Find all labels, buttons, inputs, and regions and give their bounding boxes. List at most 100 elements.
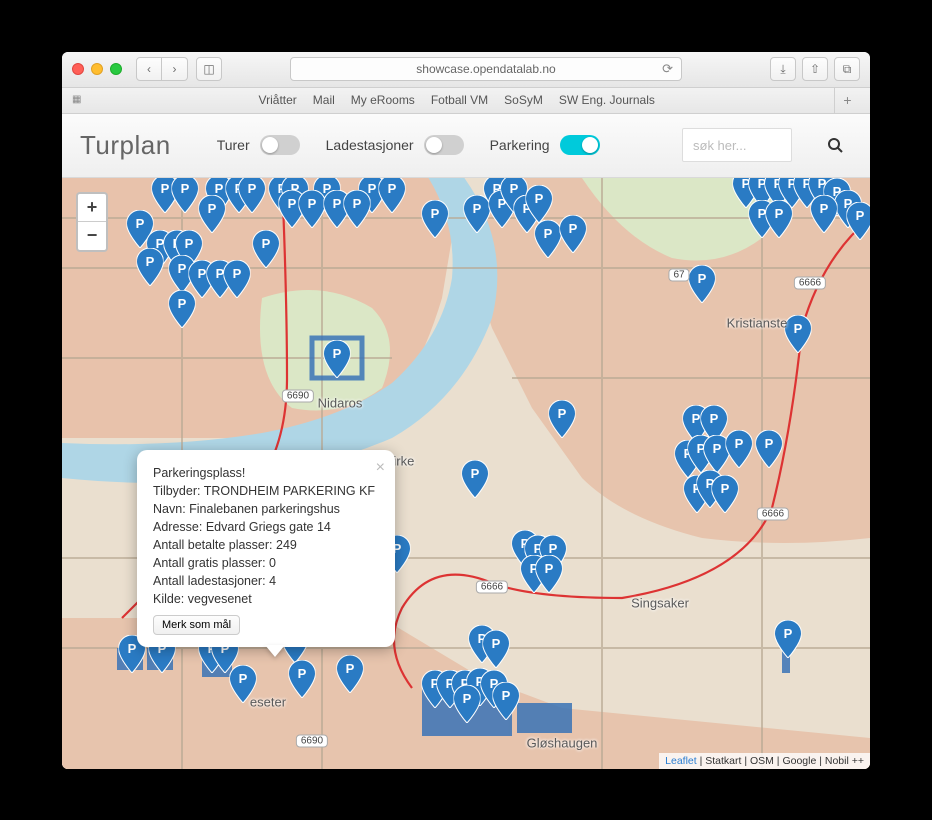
attribution-rest: | Statkart | OSM | Google | Nobil ++	[697, 755, 864, 767]
map-place-label: Kristianste	[727, 315, 788, 330]
share-button[interactable]: ⇧	[802, 57, 828, 81]
bookmark-link[interactable]: Vriåtter	[259, 93, 297, 107]
parkering-toggle[interactable]	[560, 135, 600, 155]
ladestasjoner-toggle[interactable]	[424, 135, 464, 155]
map-place-label: Nidaros	[318, 395, 363, 410]
parking-pin[interactable]: P	[535, 220, 562, 258]
svg-text:P: P	[698, 271, 707, 286]
popup-close-button[interactable]: ×	[376, 456, 385, 479]
bookmark-link[interactable]: Fotball VM	[431, 93, 488, 107]
search-input[interactable]: søk her...	[682, 128, 792, 162]
back-button[interactable]: ‹	[136, 57, 162, 81]
bookmark-links: Vriåtter Mail My eRooms Fotball VM SoSyM…	[95, 93, 818, 107]
map-attribution: Leaflet | Statkart | OSM | Google | Nobi…	[659, 753, 870, 769]
parking-pin[interactable]: P	[337, 655, 364, 693]
zoom-out-button[interactable]: −	[78, 222, 106, 250]
svg-text:P: P	[248, 181, 257, 196]
app-brand: Turplan	[80, 130, 171, 161]
parking-pin[interactable]: P	[422, 200, 449, 238]
svg-text:P: P	[463, 691, 472, 706]
svg-text:P: P	[492, 636, 501, 651]
turer-toggle[interactable]	[260, 135, 300, 155]
parking-pin[interactable]: P	[536, 555, 563, 593]
chevron-right-icon: ›	[173, 62, 177, 76]
parking-pin[interactable]: P	[726, 430, 753, 468]
parking-pin[interactable]: P	[199, 195, 226, 233]
svg-text:P: P	[353, 196, 362, 211]
tabs-button[interactable]: ⧉	[834, 57, 860, 81]
parking-pin[interactable]: P	[785, 315, 812, 353]
parking-pin[interactable]: P	[324, 340, 351, 378]
zoom-in-button[interactable]: +	[78, 194, 106, 222]
parking-pin[interactable]: P	[493, 682, 520, 720]
road-shield: 6690	[296, 734, 328, 747]
toggle-parkering: Parkering	[490, 135, 600, 155]
parking-pin[interactable]: P	[689, 265, 716, 303]
minimize-window-button[interactable]	[91, 63, 103, 75]
new-tab-button[interactable]: +	[834, 88, 860, 113]
svg-text:P: P	[544, 226, 553, 241]
parking-pin[interactable]: P	[766, 200, 793, 238]
svg-text:P: P	[208, 201, 217, 216]
parking-pin[interactable]: P	[299, 190, 326, 228]
parking-popup: × Parkeringsplass! Tilbyder: TRONDHEIM P…	[137, 450, 395, 647]
parking-pin[interactable]: P	[224, 260, 251, 298]
address-bar[interactable]: showcase.opendatalab.no ⟳	[290, 57, 682, 81]
maximize-window-button[interactable]	[110, 63, 122, 75]
toggle-label: Parkering	[490, 137, 550, 153]
svg-text:P: P	[721, 481, 730, 496]
parking-pin[interactable]: P	[454, 685, 481, 723]
parking-pin[interactable]: P	[289, 660, 316, 698]
mark-as-destination-button[interactable]: Merk som mål	[153, 615, 240, 635]
parking-pin[interactable]: P	[712, 475, 739, 513]
parking-pin[interactable]: P	[847, 202, 871, 240]
toggle-ladestasjoner: Ladestasjoner	[326, 135, 464, 155]
map-place-label: eseter	[250, 694, 286, 709]
titlebar: ‹ › ◫ showcase.opendatalab.no ⟳ ⤓ ⇧ ⧉	[62, 52, 870, 88]
forward-button[interactable]: ›	[162, 57, 188, 81]
bookmark-link[interactable]: Mail	[313, 93, 335, 107]
parking-pin[interactable]: P	[526, 185, 553, 223]
parking-pin[interactable]: P	[253, 230, 280, 268]
parking-pin[interactable]: P	[462, 460, 489, 498]
bookmark-link[interactable]: SoSyM	[504, 93, 543, 107]
toggle-label: Ladestasjoner	[326, 137, 414, 153]
svg-text:P: P	[298, 666, 307, 681]
svg-text:P: P	[431, 206, 440, 221]
parking-pin[interactable]: P	[756, 430, 783, 468]
parking-pin[interactable]: P	[549, 400, 576, 438]
parking-pin[interactable]: P	[483, 630, 510, 668]
bookmark-link[interactable]: My eRooms	[351, 93, 415, 107]
svg-text:P: P	[784, 626, 793, 641]
close-window-button[interactable]	[72, 63, 84, 75]
parking-pin[interactable]: P	[344, 190, 371, 228]
reload-icon[interactable]: ⟳	[662, 61, 673, 77]
popup-free: Antall gratis plasser: 0	[153, 554, 379, 572]
downloads-button[interactable]: ⤓	[770, 57, 796, 81]
svg-text:P: P	[215, 181, 224, 196]
parking-pin[interactable]: P	[137, 248, 164, 286]
bookmark-link[interactable]: SW Eng. Journals	[559, 93, 655, 107]
parking-pin[interactable]: P	[169, 290, 196, 328]
popup-provider: Tilbyder: TRONDHEIM PARKERING KF	[153, 482, 379, 500]
popup-chargers: Antall ladestasjoner: 4	[153, 572, 379, 590]
search-button[interactable]	[818, 128, 852, 162]
svg-text:P: P	[558, 406, 567, 421]
svg-text:P: P	[288, 196, 297, 211]
parking-pin[interactable]: P	[172, 178, 199, 213]
parking-pin[interactable]: P	[811, 195, 838, 233]
svg-text:P: P	[549, 541, 558, 556]
map-canvas[interactable]: + − P P P P P P P P P P P P	[62, 178, 870, 769]
sidebar-button[interactable]: ◫	[196, 57, 222, 81]
sidebar-icon: ◫	[203, 62, 214, 76]
svg-text:P: P	[765, 436, 774, 451]
favorites-grid-icon[interactable]: ▦	[72, 96, 79, 104]
parking-pin[interactable]: P	[379, 178, 406, 213]
parking-pin[interactable]: P	[775, 620, 802, 658]
parking-pin[interactable]: P	[560, 215, 587, 253]
svg-text:P: P	[775, 206, 784, 221]
leaflet-link[interactable]: Leaflet	[665, 755, 697, 767]
svg-text:P: P	[239, 671, 248, 686]
svg-text:P: P	[262, 236, 271, 251]
parking-pin[interactable]: P	[239, 178, 266, 213]
